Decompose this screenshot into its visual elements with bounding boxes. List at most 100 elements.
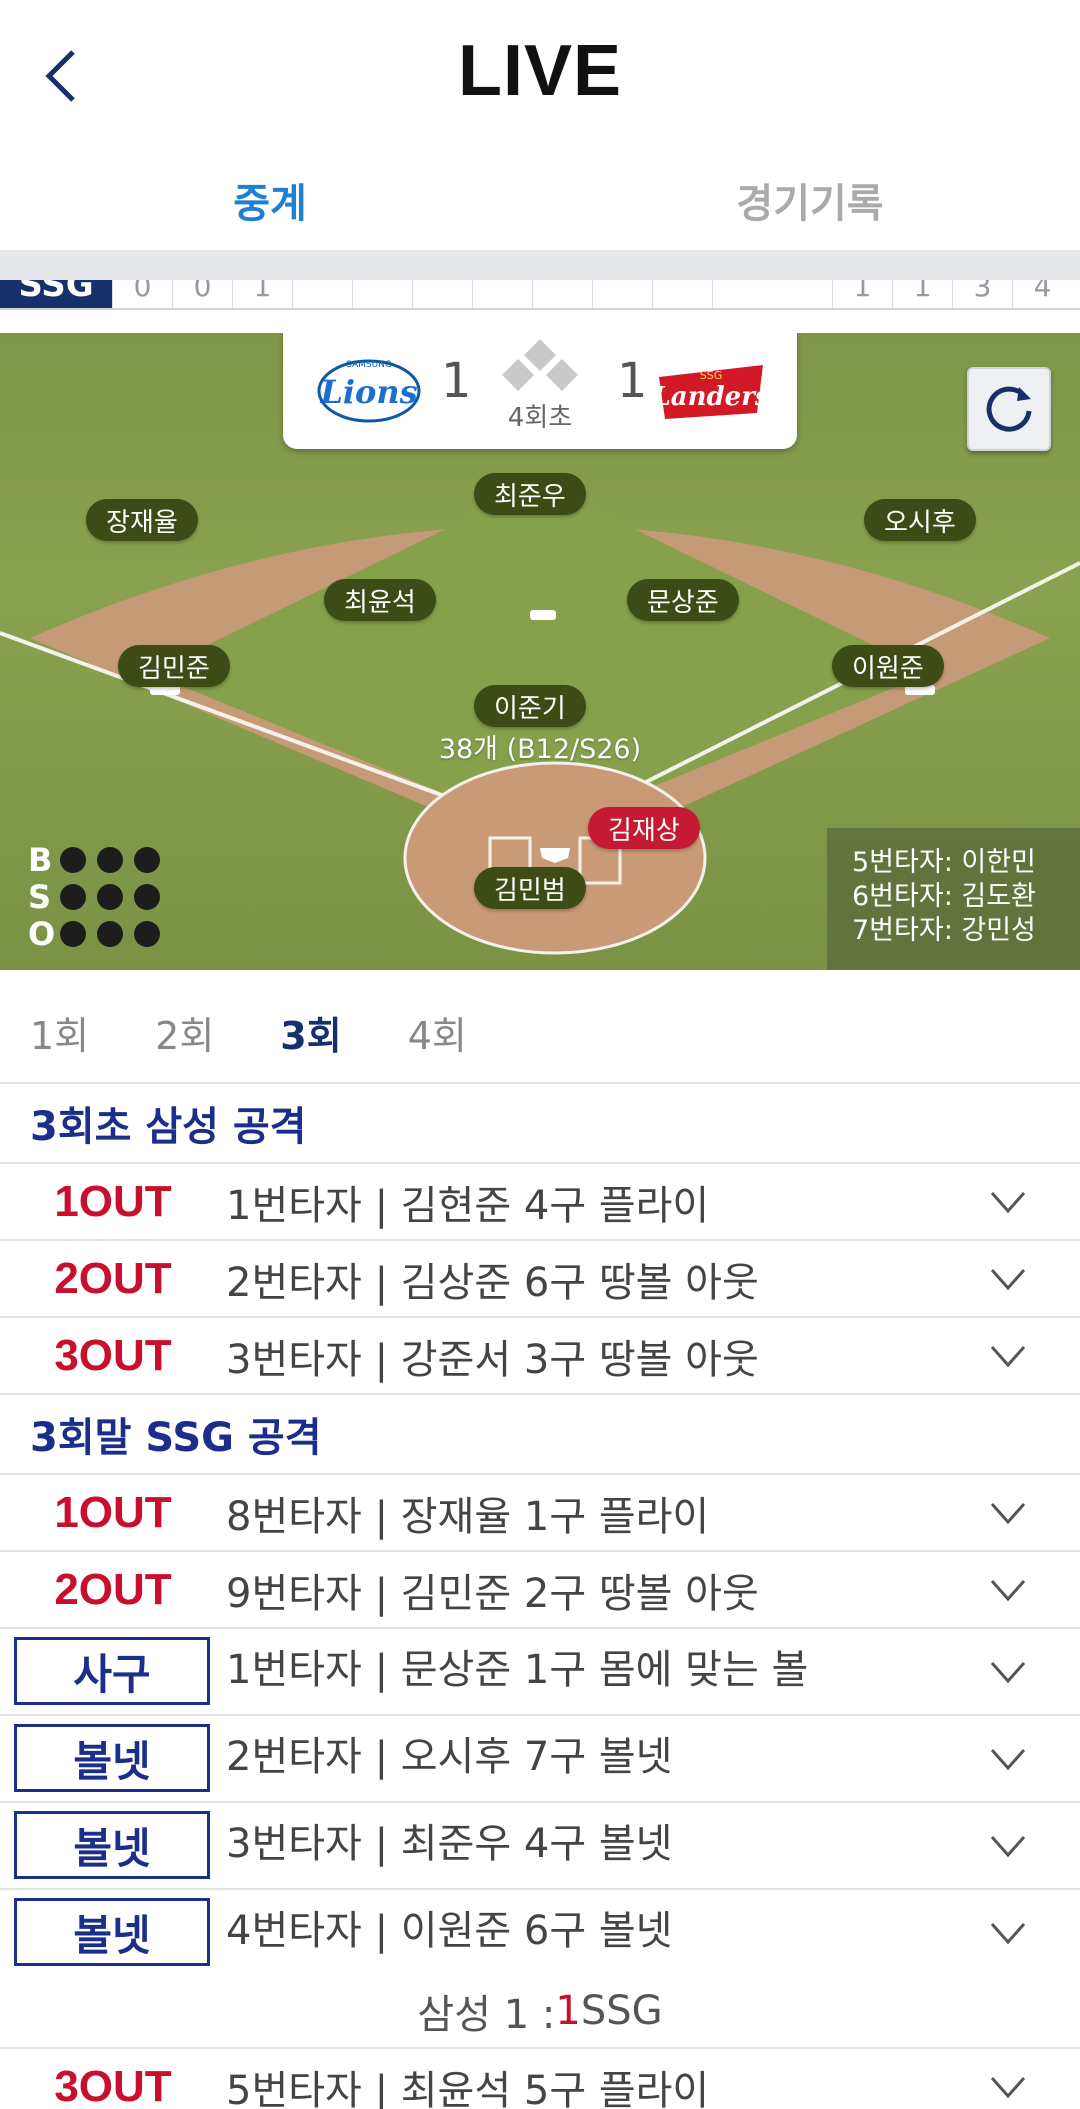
main-tabs: 중계 경기기록 xyxy=(0,150,1080,250)
inning-label: 4회초 xyxy=(507,403,573,433)
scoreboard-team: SSG xyxy=(0,280,112,308)
inning-tab-2[interactable]: 2회 xyxy=(155,1005,214,1085)
chevron-down-icon[interactable] xyxy=(988,1575,1028,1605)
base-diamond-icon xyxy=(502,339,578,391)
scoreboard-cell: 1 xyxy=(892,280,952,308)
player-center-field[interactable]: 최준우 xyxy=(474,473,586,515)
inning-tab-3[interactable]: 3회 xyxy=(280,1005,341,1085)
player-batter[interactable]: 김재상 xyxy=(588,807,700,849)
out-dot xyxy=(97,920,123,947)
play-description: 3번타자 | 최준우 4구 볼넷 xyxy=(226,1821,673,1867)
play-row[interactable]: 2OUT 2번타자 | 김상준 6구 땅볼 아웃 xyxy=(0,1239,1080,1316)
play-row[interactable]: 3OUT 5번타자 | 최윤석 5구 플라이 xyxy=(0,2047,1080,2109)
app-header: LIVE xyxy=(0,0,1080,150)
chevron-down-icon[interactable] xyxy=(988,2072,1028,2102)
play-row[interactable]: 2OUT 9번타자 | 김민준 2구 땅볼 아웃 xyxy=(0,1550,1080,1627)
tab-game-record[interactable]: 경기기록 xyxy=(540,150,1080,250)
next-batters-panel: 5번타자: 이한민 6번타자: 김도환 7번타자: 강민성 xyxy=(827,828,1080,970)
lions-logo-text: Lions xyxy=(319,373,417,411)
scoreboard-cell: 3 xyxy=(952,280,1012,308)
scoreboard-cell xyxy=(532,280,592,308)
pitch-count: 38개 (B12/S26) xyxy=(438,734,642,765)
play-row[interactable]: 사구 1번타자 | 문상준 1구 몸에 맞는 볼 xyxy=(0,1627,1080,1714)
score-update: 삼성 1 : 1 SSG xyxy=(0,1975,1080,2047)
section-header: 3회말 SSG 공격 xyxy=(0,1393,1080,1473)
out-badge: 3OUT xyxy=(54,2061,172,2109)
scoreboard-cell: 1 xyxy=(232,280,292,308)
player-first-base[interactable]: 이원준 xyxy=(832,645,944,687)
lions-logo-icon: SAMSUNG Lions xyxy=(317,359,421,423)
player-third-base[interactable]: 김민준 xyxy=(118,645,230,687)
chevron-down-icon[interactable] xyxy=(988,1341,1028,1371)
page-title: LIVE xyxy=(457,31,623,111)
chevron-down-icon[interactable] xyxy=(988,1187,1028,1217)
chevron-down-icon[interactable] xyxy=(988,1264,1028,1294)
scoreboard-cell xyxy=(712,280,772,308)
score-update-right: SSG xyxy=(580,1988,663,2034)
event-badge: 볼넷 xyxy=(14,1724,210,1792)
play-row[interactable]: 1OUT 1번타자 | 김현준 4구 플라이 xyxy=(0,1162,1080,1239)
play-row[interactable]: 1OUT 8번타자 | 장재율 1구 플라이 xyxy=(0,1473,1080,1550)
inning-tab-1[interactable]: 1회 xyxy=(30,1005,89,1085)
strike-dot xyxy=(97,883,123,910)
score-update-ssg-score: 1 xyxy=(555,1988,581,2034)
scoreboard-cell xyxy=(412,280,472,308)
out-badge: 1OUT xyxy=(54,1176,172,1226)
play-row[interactable]: 볼넷 2번타자 | 오시후 7구 볼넷 xyxy=(0,1714,1080,1801)
strike-label: S xyxy=(28,877,52,916)
ball-label: B xyxy=(28,840,53,879)
play-row[interactable]: 볼넷 4번타자 | 이원준 6구 볼넷 xyxy=(0,1888,1080,1975)
section-header: 3회초 삼성 공격 xyxy=(0,1082,1080,1162)
strike-count-row: S xyxy=(28,877,171,916)
play-description: 9번타자 | 김민준 2구 땅볼 아웃 xyxy=(226,1570,759,1617)
landers-logo-sub: SSG xyxy=(700,369,723,382)
chevron-down-icon[interactable] xyxy=(988,1918,1028,1948)
scoreboard-cell xyxy=(652,280,712,308)
divider xyxy=(0,250,1080,280)
player-catcher[interactable]: 김민범 xyxy=(474,867,586,909)
play-row[interactable]: 3OUT 3번타자 | 강준서 3구 땅볼 아웃 xyxy=(0,1316,1080,1393)
out-label: O xyxy=(28,914,56,953)
landers-logo-text: Landers xyxy=(653,382,770,412)
chevron-down-icon[interactable] xyxy=(988,1657,1028,1687)
scoreboard-cell: 1 xyxy=(832,280,892,308)
bso-count: B S O xyxy=(28,840,171,953)
out-count-row: O xyxy=(28,914,171,953)
landers-logo-icon: SSG Landers xyxy=(653,365,770,419)
lions-logo-sub: SAMSUNG xyxy=(346,360,392,370)
play-description: 8번타자 | 장재율 1구 플라이 xyxy=(226,1493,710,1540)
baseball-field: SAMSUNG Lions 1 4회초 1 SSG Landers 최준우 장재… xyxy=(0,333,1080,970)
event-badge: 사구 xyxy=(14,1637,210,1705)
play-by-play-list: 3회초 삼성 공격 1OUT 1번타자 | 김현준 4구 플라이 2OUT 2번… xyxy=(0,1082,1080,2109)
play-description: 2번타자 | 김상준 6구 땅볼 아웃 xyxy=(226,1259,759,1306)
chevron-down-icon[interactable] xyxy=(988,1831,1028,1861)
refresh-icon xyxy=(986,386,1032,432)
ball-dot xyxy=(60,846,86,873)
refresh-button[interactable] xyxy=(967,367,1051,451)
play-description: 3번타자 | 강준서 3구 땅볼 아웃 xyxy=(226,1336,759,1383)
player-shortstop[interactable]: 최윤석 xyxy=(324,579,436,621)
inning-tab-4[interactable]: 4회 xyxy=(408,1005,467,1085)
scoreboard-cell: 0 xyxy=(172,280,232,308)
player-left-field[interactable]: 장재율 xyxy=(86,499,198,541)
tab-broadcast[interactable]: 중계 xyxy=(0,150,540,250)
play-description: 1번타자 | 문상준 1구 몸에 맞는 볼 xyxy=(226,1647,809,1693)
inning-tabs: 1회 2회 3회 4회 xyxy=(30,1005,467,1085)
play-row[interactable]: 볼넷 3번타자 | 최준우 4구 볼넷 xyxy=(0,1801,1080,1888)
player-pitcher[interactable]: 이준기 xyxy=(474,685,586,727)
chevron-down-icon[interactable] xyxy=(988,1744,1028,1774)
player-second-base[interactable]: 문상준 xyxy=(627,579,739,621)
strike-dot xyxy=(134,883,160,910)
ball-dot xyxy=(97,846,123,873)
out-badge: 3OUT xyxy=(54,1330,172,1380)
player-right-field[interactable]: 오시후 xyxy=(864,499,976,541)
out-dot xyxy=(134,920,160,947)
play-description: 2번타자 | 오시후 7구 볼넷 xyxy=(226,1734,673,1780)
chevron-down-icon[interactable] xyxy=(988,1498,1028,1528)
inning-scoreboard[interactable]: SSG 0 0 1 1 1 3 4 xyxy=(0,280,1080,310)
strike-dot xyxy=(60,883,86,910)
scoreboard-cell xyxy=(592,280,652,308)
ball-count-row: B xyxy=(28,840,171,879)
scoreboard-cell: 4 xyxy=(1012,280,1072,308)
event-badge: 볼넷 xyxy=(14,1811,210,1879)
